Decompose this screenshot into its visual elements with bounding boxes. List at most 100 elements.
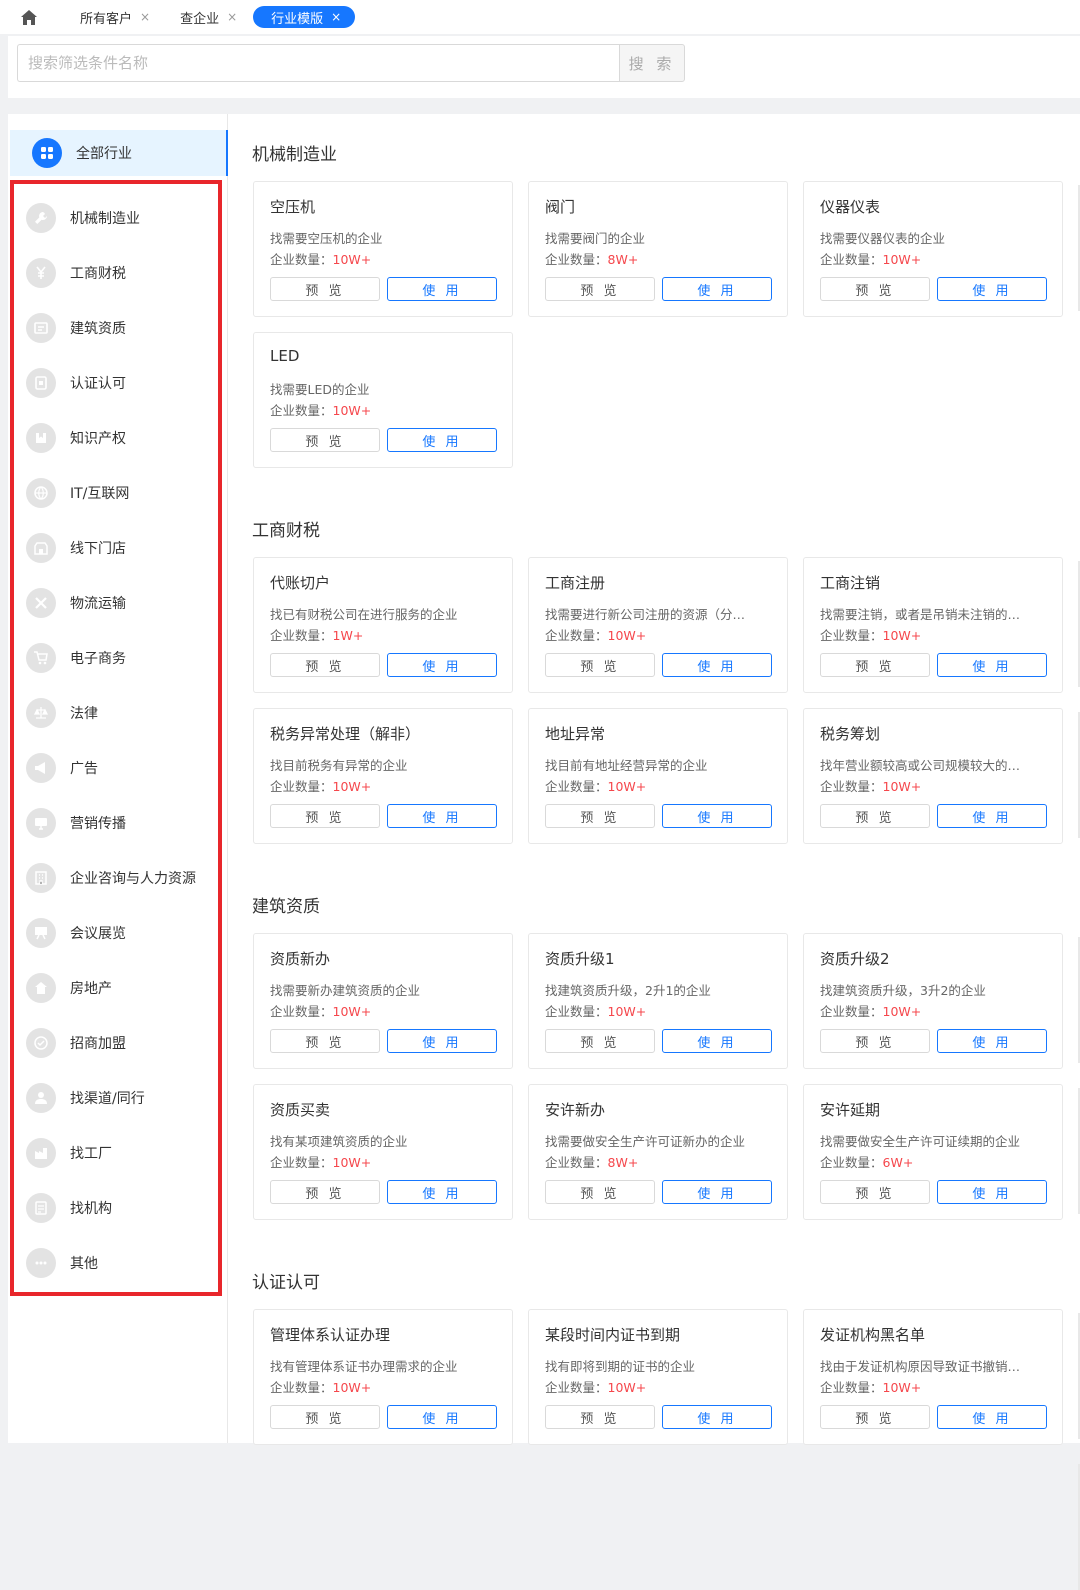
- close-icon[interactable]: ×: [331, 10, 341, 24]
- preview-button[interactable]: 预 览: [820, 277, 930, 301]
- home-icon[interactable]: [18, 7, 40, 27]
- sidebar-item[interactable]: 认证认可: [26, 355, 216, 410]
- more-icon: [26, 1247, 56, 1278]
- count-label: 企业数量：: [270, 779, 333, 794]
- section-title: 机械制造业: [252, 145, 337, 165]
- main-panel: 全部行业 机械制造业 工商财税 建筑资质 认证认可 知识产权 IT/互联网 线下门店 物流运输…: [8, 114, 1080, 1590]
- sidebar-item[interactable]: 找工厂: [26, 1125, 216, 1180]
- card-description: 找建筑资质升级，3升2的企业: [820, 983, 986, 998]
- preview-button[interactable]: 预 览: [820, 1405, 930, 1429]
- preview-button[interactable]: 预 览: [270, 277, 380, 301]
- sidebar-item[interactable]: IT/互联网: [26, 465, 216, 520]
- company-count: 企业数量：10W+: [270, 776, 371, 795]
- card-description: 找需要注销，或者是吊销未注销的…: [820, 607, 1021, 622]
- count-label: 企业数量：: [545, 252, 608, 267]
- sidebar-item[interactable]: 工商财税: [26, 245, 216, 300]
- sidebar-item[interactable]: 机械制造业: [26, 190, 216, 245]
- preview-button[interactable]: 预 览: [545, 1029, 655, 1053]
- preview-button[interactable]: 预 览: [545, 1180, 655, 1204]
- preview-button[interactable]: 预 览: [545, 653, 655, 677]
- count-value: 10W+: [332, 252, 372, 267]
- use-button[interactable]: 使 用: [387, 1180, 497, 1204]
- tab-all-customers[interactable]: 所有客户 ×: [66, 6, 158, 28]
- preview-button[interactable]: 预 览: [270, 428, 380, 452]
- preview-button[interactable]: 预 览: [270, 653, 380, 677]
- use-button[interactable]: 使 用: [937, 804, 1047, 828]
- card-title: 安许延期: [820, 1101, 881, 1119]
- use-button[interactable]: 使 用: [387, 1029, 497, 1053]
- preview-button[interactable]: 预 览: [270, 1180, 380, 1204]
- sidebar-item[interactable]: 物流运输: [26, 575, 216, 630]
- sidebar-item[interactable]: 营销传播: [26, 795, 216, 850]
- card-title: 安许新办: [545, 1101, 606, 1119]
- count-value: 10W+: [882, 1004, 922, 1019]
- sidebar-item[interactable]: 企业咨询与人力资源: [26, 850, 216, 905]
- sidebar-item[interactable]: 其他: [26, 1235, 216, 1290]
- count-value: 10W+: [607, 779, 647, 794]
- template-card: 税务筹划 找年营业额较高或公司规模较大的… 企业数量：10W+ 预 览使 用: [803, 708, 1063, 844]
- company-count: 企业数量：8W+: [545, 249, 638, 268]
- sidebar-item[interactable]: 招商加盟: [26, 1015, 216, 1070]
- sidebar-item-label: 找渠道/同行: [70, 1090, 145, 1107]
- use-button[interactable]: 使 用: [937, 1029, 1047, 1053]
- card-description: 找目前有地址经营异常的企业: [545, 758, 708, 773]
- use-button[interactable]: 使 用: [937, 653, 1047, 677]
- template-card: 代账切户 找已有财税公司在进行服务的企业 企业数量：1W+ 预 览使 用: [253, 557, 513, 693]
- tab-industry-template[interactable]: 行业模版 ×: [253, 6, 356, 28]
- count-value: 8W+: [607, 252, 639, 267]
- sidebar-item[interactable]: 找渠道/同行: [26, 1070, 216, 1125]
- preview-button[interactable]: 预 览: [270, 804, 380, 828]
- sidebar-item[interactable]: 房地产: [26, 960, 216, 1015]
- use-button[interactable]: 使 用: [662, 1180, 772, 1204]
- sidebar-item-label: 机械制造业: [70, 210, 140, 227]
- use-button[interactable]: 使 用: [662, 1029, 772, 1053]
- use-button[interactable]: 使 用: [387, 1405, 497, 1429]
- preview-button[interactable]: 预 览: [545, 804, 655, 828]
- sidebar-item-all-industries[interactable]: 全部行业: [10, 130, 228, 176]
- search-button[interactable]: 搜 索: [619, 44, 685, 82]
- preview-button[interactable]: 预 览: [270, 1029, 380, 1053]
- sidebar-item[interactable]: 线下门店: [26, 520, 216, 575]
- section-title: 认证认可: [252, 1273, 320, 1293]
- bookmark-icon: [26, 422, 56, 453]
- sidebar-item-label: 物流运输: [70, 595, 126, 612]
- use-button[interactable]: 使 用: [387, 277, 497, 301]
- card-description: 找需要进行新公司注册的资源（分…: [545, 607, 746, 622]
- sidebar-item[interactable]: 建筑资质: [26, 300, 216, 355]
- count-label: 企业数量：: [545, 628, 608, 643]
- use-button[interactable]: 使 用: [387, 653, 497, 677]
- use-button[interactable]: 使 用: [937, 1405, 1047, 1429]
- close-icon[interactable]: ×: [140, 10, 150, 24]
- use-button[interactable]: 使 用: [937, 1180, 1047, 1204]
- preview-button[interactable]: 预 览: [820, 1029, 930, 1053]
- use-button[interactable]: 使 用: [662, 277, 772, 301]
- use-button[interactable]: 使 用: [662, 653, 772, 677]
- preview-button[interactable]: 预 览: [545, 1405, 655, 1429]
- sidebar-item[interactable]: 法律: [26, 685, 216, 740]
- template-card: 资质升级2 找建筑资质升级，3升2的企业 企业数量：10W+ 预 览使 用: [803, 933, 1063, 1069]
- count-value: 10W+: [882, 252, 922, 267]
- preview-button[interactable]: 预 览: [820, 653, 930, 677]
- sidebar-item[interactable]: 知识产权: [26, 410, 216, 465]
- use-button[interactable]: 使 用: [387, 428, 497, 452]
- use-button[interactable]: 使 用: [937, 277, 1047, 301]
- count-label: 企业数量：: [820, 628, 883, 643]
- sidebar-item-label: 其他: [70, 1255, 98, 1272]
- count-value: 10W+: [332, 1380, 372, 1395]
- preview-button[interactable]: 预 览: [270, 1405, 380, 1429]
- preview-button[interactable]: 预 览: [545, 277, 655, 301]
- close-icon[interactable]: ×: [227, 10, 237, 24]
- preview-button[interactable]: 预 览: [820, 1180, 930, 1204]
- use-button[interactable]: 使 用: [387, 804, 497, 828]
- preview-button[interactable]: 预 览: [820, 804, 930, 828]
- sidebar-item[interactable]: 找机构: [26, 1180, 216, 1235]
- tab-search-company[interactable]: 查企业 ×: [166, 6, 245, 28]
- use-button[interactable]: 使 用: [662, 804, 772, 828]
- search-input[interactable]: [17, 44, 619, 82]
- use-button[interactable]: 使 用: [662, 1405, 772, 1429]
- count-label: 企业数量：: [545, 779, 608, 794]
- card-title: 资质新办: [270, 950, 331, 968]
- sidebar-item[interactable]: 电子商务: [26, 630, 216, 685]
- sidebar-item[interactable]: 会议展览: [26, 905, 216, 960]
- sidebar-item[interactable]: 广告: [26, 740, 216, 795]
